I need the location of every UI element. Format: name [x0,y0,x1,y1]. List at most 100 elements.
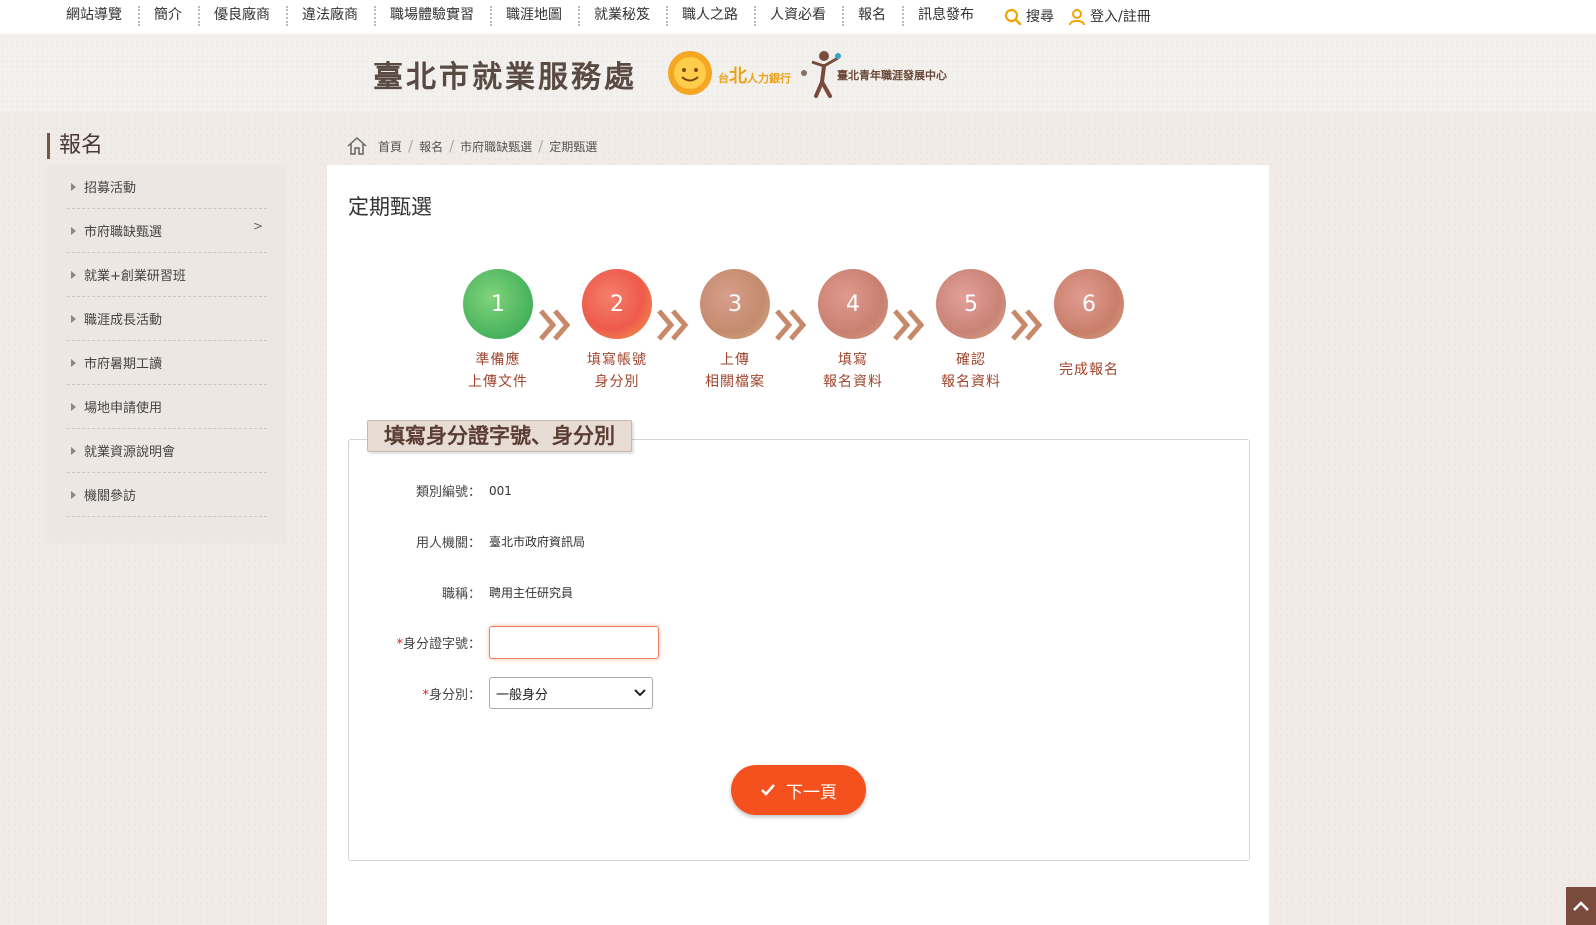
identity-row: *身分別： 一般身分 [327,677,653,709]
sidebar-item-career-growth[interactable]: 職涯成長活動 [67,297,267,341]
step-3: 3 上傳 相關檔案 [685,269,785,393]
check-icon [761,784,775,796]
taipei-job-bank-logo[interactable] [666,49,714,97]
sidebar-title: 報名 [47,133,103,159]
step-label: 完成報名 [1059,362,1119,378]
next-page-label: 下一頁 [786,782,837,803]
nav-job-tips[interactable]: 就業秘笈 [578,0,666,34]
position-label: 職稱： [441,587,481,602]
sidebar-item-venue[interactable]: 場地申請使用 [67,385,267,429]
step-label: 準備應 上傳文件 [468,352,528,390]
chevron-up-icon [1573,901,1589,911]
main-content: 定期甄選 1 準備應 上傳文件 2 填寫帳號 身分別 3 上傳 相關檔案 4 填寫 報名… [327,165,1269,925]
sidebar-item-gov-jobs[interactable]: 市府職缺甄選 > [67,209,267,253]
bullet-icon [71,182,76,191]
nav-news[interactable]: 訊息發布 [902,0,990,34]
youth-center-text: 臺北青年職涯發展中心 [837,69,947,82]
sidebar-item-label: 招募活動 [84,181,137,196]
position-row: 職稱： 聘用主任研究員 [327,583,573,602]
sidebar-item-recruitment[interactable]: 招募活動 [67,165,267,209]
login-button[interactable]: 登入/註冊 [1068,0,1151,34]
breadcrumb-gov-jobs[interactable]: 市府職缺甄選 [460,138,532,155]
id-number-row: *身分證字號： [327,626,659,659]
step-label: 確認 報名資料 [941,352,1001,390]
id-number-label: *身分證字號： [396,637,481,652]
search-label: 搜尋 [1026,9,1054,25]
top-navigation: 網站導覽 簡介 優良廠商 違法廠商 職場體驗實習 職涯地圖 就業秘笈 職人之路 … [0,0,1596,34]
id-number-input[interactable] [489,626,659,659]
sidebar: 招募活動 市府職缺甄選 > 就業+創業研習班 職涯成長活動 市府暑期工讀 場地申請… [47,165,287,543]
bullet-icon [71,402,76,411]
chevron-right-icon: > [252,219,263,233]
nav-internship[interactable]: 職場體驗實習 [374,0,490,34]
nav-good-employers[interactable]: 優良廠商 [198,0,286,34]
back-to-top-button[interactable] [1566,887,1596,925]
step-number-badge: 5 [936,269,1006,339]
bullet-icon [71,446,76,455]
home-icon[interactable] [346,136,368,156]
chevron-down-icon [634,689,646,697]
bullet-icon [71,226,76,235]
breadcrumb-home[interactable]: 首頁 [378,138,402,155]
step-label: 上傳 相關檔案 [705,352,765,390]
step-number-badge: 4 [818,269,888,339]
nav-illegal-employers[interactable]: 違法廠商 [286,0,374,34]
sidebar-item-label: 職涯成長活動 [84,313,163,328]
logo-separator-dot [801,70,807,76]
sidebar-item-label: 機關參訪 [84,489,137,504]
category-value: 001 [489,483,512,498]
step-number-badge: 1 [463,269,533,339]
step-5: 5 確認 報名資料 [921,269,1021,393]
nav-sitemap[interactable]: 網站導覽 [50,0,138,34]
breadcrumb-registration[interactable]: 報名 [419,138,443,155]
agency-label: 用人機關： [415,536,481,551]
step-2: 2 填寫帳號 身分別 [567,269,667,393]
nav-about[interactable]: 簡介 [138,0,198,34]
sidebar-item-label: 市府職缺甄選 [84,225,163,240]
step-number-badge: 2 [582,269,652,339]
step-label: 填寫 報名資料 [823,352,883,390]
step-6: 6 完成報名 [1039,269,1139,381]
search-icon [1004,8,1022,26]
category-label: 類別編號： [415,485,481,500]
bullet-icon [71,314,76,323]
form-section-title: 填寫身分證字號、身分別 [367,420,632,452]
site-header: 臺北市就業服務處 台北人力銀行 臺北青年職涯發展中心 [0,34,1596,112]
nav-hr-must-read[interactable]: 人資必看 [754,0,842,34]
sidebar-item-workshops[interactable]: 就業+創業研習班 [67,253,267,297]
breadcrumb-separator: / [408,137,414,155]
breadcrumb-separator: / [449,137,455,155]
nav-career-map[interactable]: 職涯地圖 [490,0,578,34]
step-label: 填寫帳號 身分別 [587,352,647,390]
step-1: 1 準備應 上傳文件 [448,269,548,393]
bullet-icon [71,490,76,499]
site-title[interactable]: 臺北市就業服務處 [373,52,637,96]
sidebar-item-label: 就業資源說明會 [84,445,176,460]
category-row: 類別編號： 001 [327,481,512,501]
agency-row: 用人機關： 臺北市政府資訊局 [327,532,585,551]
bullet-icon [71,358,76,367]
nav-registration[interactable]: 報名 [842,0,902,34]
nav-career-path[interactable]: 職人之路 [666,0,754,34]
sidebar-item-visits[interactable]: 機關參訪 [67,473,267,517]
identity-selected-value: 一般身分 [496,687,549,703]
sidebar-item-label: 場地申請使用 [84,401,163,416]
sidebar-item-info-session[interactable]: 就業資源說明會 [67,429,267,473]
position-value: 聘用主任研究員 [489,586,574,600]
login-label: 登入/註冊 [1090,9,1151,25]
step-number-badge: 3 [700,269,770,339]
search-button[interactable]: 搜尋 [1004,0,1054,34]
breadcrumb-separator: / [538,137,544,155]
step-number-badge: 6 [1054,269,1124,339]
identity-select[interactable]: 一般身分 [489,677,653,709]
bullet-icon [71,270,76,279]
breadcrumb: 首頁 / 報名 / 市府職缺甄選 / 定期甄選 [346,134,597,158]
sidebar-item-summer-work[interactable]: 市府暑期工讀 [67,341,267,385]
job-bank-logo-text: 台北人力銀行 [718,66,791,87]
sidebar-item-label: 就業+創業研習班 [84,269,186,284]
identity-label: *身分別： [422,687,481,703]
next-page-button[interactable]: 下一頁 [731,765,866,815]
breadcrumb-current: 定期甄選 [549,139,598,154]
step-4: 4 填寫 報名資料 [803,269,903,393]
page-title: 定期甄選 [348,195,432,219]
